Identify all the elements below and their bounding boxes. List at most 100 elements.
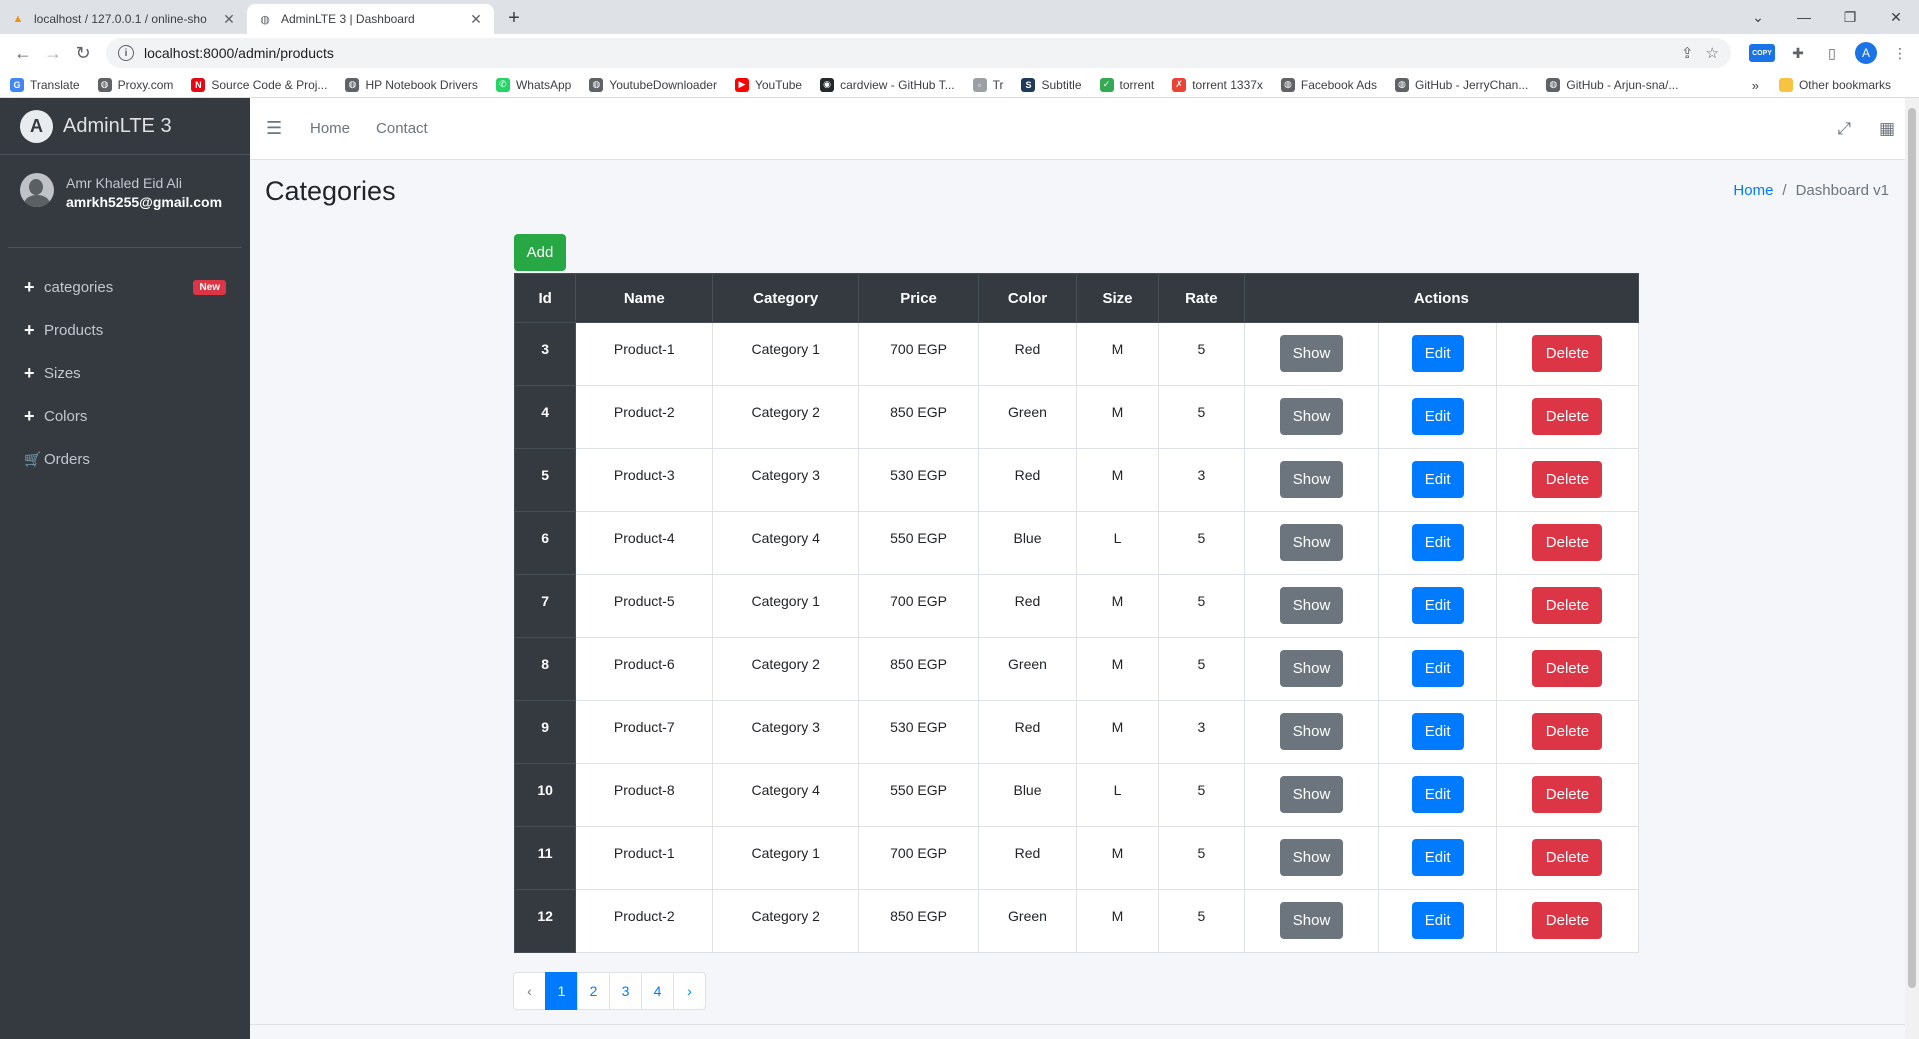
sidebar-item-label: Sizes	[44, 365, 81, 382]
bookmark-label: WhatsApp	[515, 77, 572, 92]
bookmark-item[interactable]: ✓ torrent	[1099, 77, 1154, 92]
show-button[interactable]: Show	[1280, 650, 1344, 687]
show-button[interactable]: Show	[1280, 398, 1344, 435]
bookmark-item[interactable]: ◍ Facebook Ads	[1280, 77, 1377, 92]
nav-link-contact[interactable]: Contact	[376, 120, 428, 137]
edit-button[interactable]: Edit	[1411, 524, 1464, 561]
edit-button[interactable]: Edit	[1411, 713, 1464, 750]
user-name[interactable]: Amr Khaled Eid Ali	[66, 175, 222, 191]
reload-icon[interactable]: ↻	[68, 38, 98, 68]
size-cell: L	[1075, 511, 1160, 575]
bookmark-item[interactable]: ◍ HP Notebook Drivers	[345, 77, 478, 92]
edit-button[interactable]: Edit	[1411, 587, 1464, 624]
pagination-page[interactable]: 3	[609, 972, 642, 1010]
hamburger-icon[interactable]: ☰	[266, 118, 296, 139]
edit-button[interactable]: Edit	[1411, 461, 1464, 498]
close-window-icon[interactable]: ✕	[1873, 0, 1919, 34]
id-cell: 5	[513, 448, 577, 512]
page-scrollbar[interactable]	[1905, 98, 1919, 1039]
delete-button[interactable]: Delete	[1532, 524, 1603, 561]
show-button[interactable]: Show	[1280, 335, 1344, 372]
back-icon[interactable]: ←	[8, 38, 38, 68]
new-tab-button[interactable]: +	[500, 4, 528, 32]
bookmark-item[interactable]: G Translate	[10, 77, 80, 92]
delete-button[interactable]: Delete	[1532, 776, 1603, 813]
show-button[interactable]: Show	[1280, 713, 1344, 750]
pagination-next[interactable]: ›	[673, 972, 706, 1010]
add-button[interactable]: Add	[514, 234, 566, 271]
show-button[interactable]: Show	[1280, 776, 1344, 813]
edit-button[interactable]: Edit	[1411, 398, 1464, 435]
edit-button[interactable]: Edit	[1411, 776, 1464, 813]
bookmark-item[interactable]: S Subtitle	[1021, 77, 1082, 92]
profile-avatar[interactable]: A	[1855, 42, 1877, 64]
tab-search-icon[interactable]: ⌄	[1735, 0, 1781, 34]
category-cell: Category 2	[712, 637, 860, 701]
delete-button[interactable]: Delete	[1532, 398, 1603, 435]
forward-icon[interactable]: →	[38, 38, 68, 68]
show-button[interactable]: Show	[1280, 902, 1344, 939]
delete-button[interactable]: Delete	[1532, 713, 1603, 750]
bookmark-item[interactable]: ✗ torrent 1337x	[1172, 77, 1263, 92]
sidebar-item-orders[interactable]: 🛒 Orders	[0, 438, 250, 481]
breadcrumb-home[interactable]: Home	[1733, 182, 1773, 199]
delete-button[interactable]: Delete	[1532, 902, 1603, 939]
scrollbar-thumb[interactable]	[1908, 108, 1916, 988]
bookmark-item[interactable]: ◉ cardview - GitHub T...	[820, 77, 955, 92]
bookmark-item[interactable]: N Source Code & Proj...	[191, 77, 327, 92]
bookmark-item[interactable]: ◍ GitHub - JerryChan...	[1394, 77, 1528, 92]
minimize-icon[interactable]: —	[1781, 0, 1827, 34]
close-icon[interactable]: ✕	[221, 11, 237, 27]
url-input[interactable]: i localhost:8000/admin/products ⇪ ☆	[106, 38, 1731, 68]
copy-extension-icon[interactable]: COPY	[1749, 44, 1775, 62]
delete-button[interactable]: Delete	[1532, 650, 1603, 687]
sidebar-item-categories[interactable]: + categories New	[0, 266, 250, 309]
edit-button[interactable]: Edit	[1411, 902, 1464, 939]
browser-tab-adminlte[interactable]: ◍ AdminLTE 3 | Dashboard ✕	[247, 4, 494, 34]
globe-icon: ◍	[1546, 77, 1561, 92]
nav-link-home[interactable]: Home	[310, 120, 350, 137]
pagination-page[interactable]: 1	[545, 972, 578, 1010]
bookmark-item[interactable]: ◍ YoutubeDownloader	[589, 77, 717, 92]
share-icon[interactable]: ⇪	[1681, 44, 1694, 62]
fullscreen-icon[interactable]: ⤢	[1837, 119, 1851, 139]
brand-link[interactable]: A AdminLTE 3	[0, 98, 250, 155]
bookmark-item[interactable]: ◍ Proxy.com	[97, 77, 173, 92]
pagination-prev[interactable]: ‹	[513, 972, 546, 1010]
pagination-page[interactable]: 2	[577, 972, 610, 1010]
side-panel-icon[interactable]: ▯	[1821, 42, 1843, 64]
show-button[interactable]: Show	[1280, 587, 1344, 624]
color-cell: Red	[978, 700, 1077, 764]
bookmark-item[interactable]: ▫ Tr	[972, 77, 1003, 92]
delete-button[interactable]: Delete	[1532, 461, 1603, 498]
show-button[interactable]: Show	[1280, 461, 1344, 498]
edit-button[interactable]: Edit	[1411, 650, 1464, 687]
sidebar-item-colors[interactable]: + Colors	[0, 395, 250, 438]
delete-button[interactable]: Delete	[1532, 587, 1603, 624]
delete-button[interactable]: Delete	[1532, 335, 1603, 372]
edit-button[interactable]: Edit	[1411, 335, 1464, 372]
show-button[interactable]: Show	[1280, 839, 1344, 876]
sidebar-item-sizes[interactable]: + Sizes	[0, 352, 250, 395]
bookmark-item[interactable]: ◍ GitHub - Arjun-sna/...	[1546, 77, 1678, 92]
show-button[interactable]: Show	[1280, 524, 1344, 561]
bookmark-item[interactable]: ✆ WhatsApp	[495, 77, 572, 92]
site-info-icon[interactable]: i	[118, 45, 134, 61]
bookmarks-overflow-button[interactable]: »	[1752, 78, 1759, 93]
address-bar: ← → ↻ i localhost:8000/admin/products ⇪ …	[0, 34, 1919, 72]
edit-button[interactable]: Edit	[1411, 839, 1464, 876]
bookmark-star-icon[interactable]: ☆	[1706, 44, 1719, 62]
delete-button[interactable]: Delete	[1532, 839, 1603, 876]
browser-tab-phpmyadmin[interactable]: ▲ localhost / 127.0.0.1 / online-sho ✕	[0, 4, 247, 34]
restore-icon[interactable]: ❐	[1827, 0, 1873, 34]
category-cell: Category 2	[712, 889, 860, 953]
kebab-menu-icon[interactable]: ⋮	[1889, 42, 1911, 64]
sidebar-item-products[interactable]: + Products	[0, 309, 250, 352]
puzzle-icon[interactable]: ✚	[1787, 42, 1809, 64]
pagination-page[interactable]: 4	[641, 972, 674, 1010]
control-sidebar-icon[interactable]: ▦	[1879, 119, 1895, 139]
close-icon[interactable]: ✕	[468, 11, 484, 27]
size-cell: M	[1075, 574, 1160, 638]
other-bookmarks[interactable]: Other bookmarks	[1778, 78, 1891, 92]
bookmark-item[interactable]: ▶ YouTube	[734, 77, 802, 92]
